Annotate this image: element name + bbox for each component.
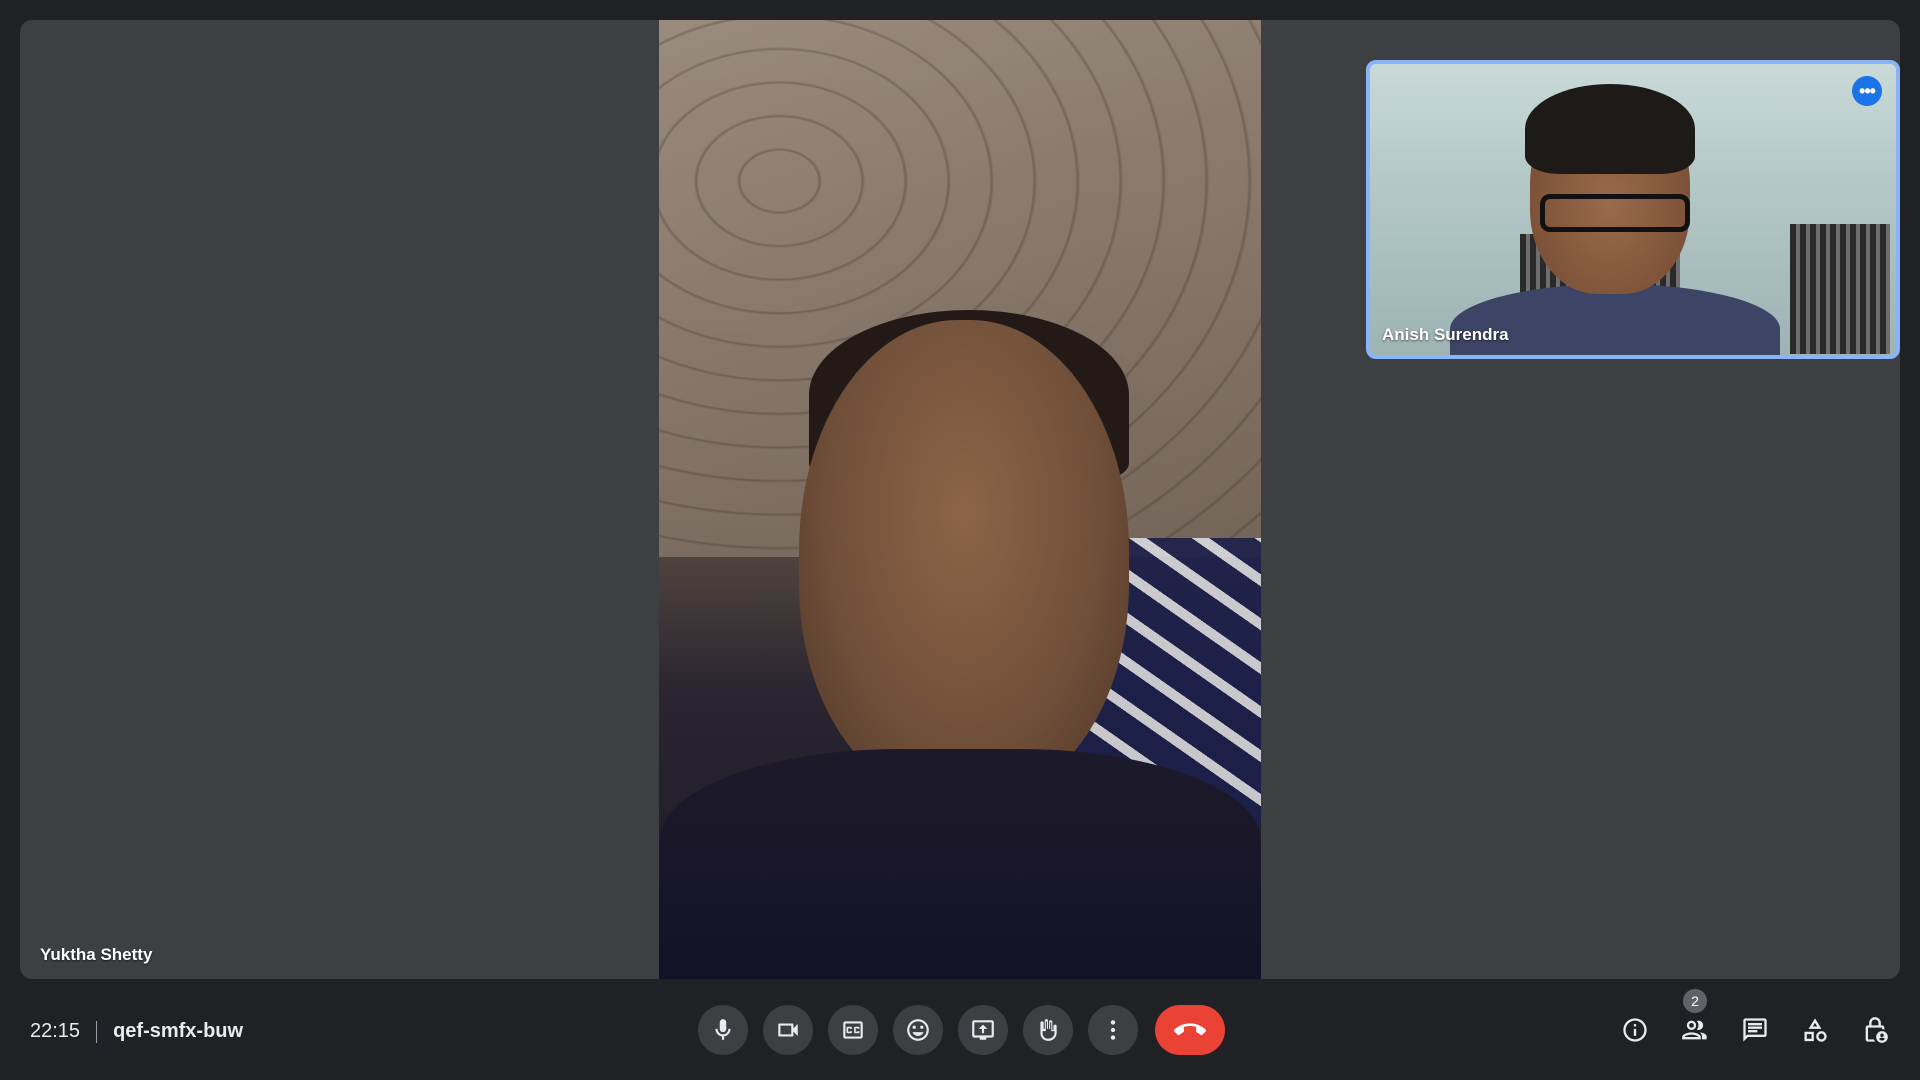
more-options-button[interactable] xyxy=(1088,1005,1138,1055)
self-video-glasses xyxy=(1540,194,1690,232)
reactions-button[interactable] xyxy=(893,1005,943,1055)
closed-captions-icon xyxy=(843,1021,863,1039)
meeting-details-button[interactable] xyxy=(1610,1005,1660,1055)
people-count-badge: 2 xyxy=(1683,989,1707,1013)
meeting-info: 22:15 qef-smfx-buw xyxy=(30,1020,243,1043)
hand-icon xyxy=(1040,1019,1057,1041)
present-screen-icon xyxy=(972,1020,994,1040)
main-participant-video[interactable] xyxy=(659,20,1261,979)
people-button[interactable]: 2 xyxy=(1670,989,1720,1055)
meeting-info-divider xyxy=(96,1020,98,1043)
camera-button[interactable] xyxy=(763,1005,813,1055)
present-button[interactable] xyxy=(958,1005,1008,1055)
video-stage: Yuktha Shetty ••• Anish Surendra xyxy=(20,20,1900,979)
self-video-window xyxy=(1790,224,1890,354)
video-person-shirt xyxy=(659,749,1261,979)
leave-call-button[interactable] xyxy=(1155,1005,1225,1055)
bottom-toolbar: 22:15 qef-smfx-buw 2 xyxy=(0,980,1920,1080)
more-vert-icon xyxy=(1110,1020,1116,1040)
activities-button[interactable] xyxy=(1790,1005,1840,1055)
lock-person-icon xyxy=(1865,1017,1888,1043)
side-panel-controls: 2 xyxy=(1600,989,1900,1055)
meeting-code: qef-smfx-buw xyxy=(113,1020,244,1042)
call-controls xyxy=(698,1005,1225,1055)
self-video-person-hair xyxy=(1525,84,1695,174)
mic-icon xyxy=(715,1019,731,1040)
meeting-time: 22:15 xyxy=(30,1020,81,1042)
video-person-face xyxy=(799,320,1129,800)
chat-button[interactable] xyxy=(1730,1005,1780,1055)
videocam-icon xyxy=(778,1023,798,1037)
self-tile-more-icon[interactable]: ••• xyxy=(1852,76,1882,106)
emoji-icon xyxy=(907,1019,929,1041)
meet-app: Yuktha Shetty ••• Anish Surendra 22:15 q… xyxy=(0,0,1920,1080)
chat-icon xyxy=(1743,1018,1767,1042)
self-video-person-body xyxy=(1450,284,1780,355)
self-participant-name: Anish Surendra xyxy=(1382,325,1509,344)
main-participant-name: Yuktha Shetty xyxy=(40,945,153,964)
activities-icon xyxy=(1804,1018,1827,1042)
microphone-button[interactable] xyxy=(698,1005,748,1055)
self-view-tile[interactable]: ••• Anish Surendra xyxy=(1366,60,1900,359)
call-end-icon xyxy=(1174,1023,1206,1036)
host-controls-button[interactable] xyxy=(1850,1005,1900,1055)
captions-button[interactable] xyxy=(828,1005,878,1055)
raise-hand-button[interactable] xyxy=(1023,1005,1073,1055)
info-icon xyxy=(1623,1018,1647,1042)
people-icon xyxy=(1682,1020,1707,1040)
